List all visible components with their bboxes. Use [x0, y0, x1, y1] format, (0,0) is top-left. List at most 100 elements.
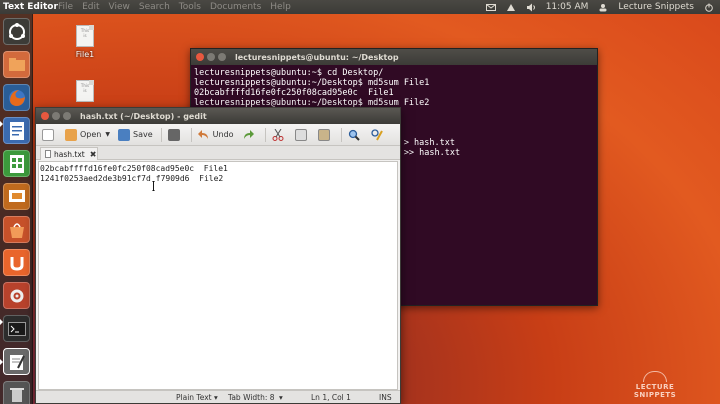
- gedit-titlebar[interactable]: hash.txt (~/Desktop) - gedit: [36, 108, 400, 124]
- file-preview: This is: [80, 28, 90, 38]
- editor-line: 1241f0253aed2de3b91cf7d f7909d6 File2: [40, 174, 396, 191]
- copy-button[interactable]: [292, 126, 313, 144]
- close-icon[interactable]: [196, 53, 204, 61]
- minimize-icon[interactable]: [52, 112, 60, 120]
- find-replace-icon: [370, 128, 383, 141]
- find-button[interactable]: [345, 126, 366, 144]
- power-icon[interactable]: [704, 3, 714, 12]
- close-icon[interactable]: [41, 112, 49, 120]
- folder-icon: [65, 128, 77, 141]
- menu-bar: File Edit View Search Tools Documents He…: [58, 2, 291, 12]
- trash-icon[interactable]: [3, 381, 30, 404]
- paste-icon: [317, 128, 330, 141]
- system-settings-icon[interactable]: [3, 282, 30, 309]
- impress-icon[interactable]: [3, 183, 30, 210]
- terminal-titlebar[interactable]: lecturesnippets@ubuntu: ~/Desktop: [191, 49, 597, 65]
- files-icon[interactable]: [3, 51, 30, 78]
- software-center-icon[interactable]: [3, 216, 30, 243]
- text-file-icon: [45, 150, 51, 158]
- tab-label: hash.txt: [54, 149, 85, 159]
- scissors-icon: [272, 128, 284, 141]
- close-icon[interactable]: ✖: [90, 150, 97, 159]
- undo-label: Undo: [212, 130, 234, 139]
- menu-tools[interactable]: Tools: [179, 2, 201, 12]
- undo-button[interactable]: Undo: [195, 126, 237, 144]
- cursor-position: Ln 1, Col 1: [311, 393, 351, 402]
- chevron-down-icon[interactable]: ▾: [279, 393, 283, 402]
- gedit-toolbar: Open ▼ Save Undo: [36, 124, 400, 146]
- syntax-selector[interactable]: Plain Text: [176, 393, 212, 402]
- new-document-icon: [42, 128, 54, 141]
- search-icon: [348, 129, 360, 141]
- minimize-icon[interactable]: [207, 53, 215, 61]
- print-button[interactable]: [165, 126, 186, 144]
- firefox-icon[interactable]: [3, 84, 30, 111]
- maximize-icon[interactable]: [63, 112, 71, 120]
- ubuntu-one-icon[interactable]: [3, 249, 30, 276]
- indicator-area: 11:05 AM Lecture Snippets: [485, 0, 714, 14]
- menu-search[interactable]: Search: [139, 2, 170, 12]
- terminal-icon[interactable]: [3, 315, 30, 342]
- insert-mode: INS: [379, 393, 392, 402]
- undo-icon: [197, 129, 210, 141]
- gedit-window[interactable]: hash.txt (~/Desktop) - gedit Open ▼ Save…: [35, 107, 401, 404]
- terminal-line: lecturesnippets@ubuntu:~$ cd Desktop/: [194, 68, 384, 78]
- user-icon: [598, 3, 608, 12]
- mail-icon[interactable]: [485, 3, 496, 12]
- chevron-down-icon[interactable]: ▼: [105, 131, 110, 138]
- toolbar-separator: [160, 127, 162, 142]
- copy-icon: [294, 128, 307, 141]
- desktop-file-icon[interactable]: This is: [70, 80, 100, 102]
- editor-line: 02bcabffffd16fe0fc250f08cad95e0c File1: [40, 164, 228, 173]
- maximize-icon[interactable]: [218, 53, 226, 61]
- file-preview: This is: [80, 83, 90, 93]
- save-button[interactable]: Save: [115, 126, 156, 144]
- menu-help[interactable]: Help: [270, 2, 291, 12]
- paste-button[interactable]: [315, 126, 336, 144]
- redo-button[interactable]: [239, 126, 260, 144]
- editor-line-end: f7909d6 File2: [155, 174, 224, 183]
- menu-edit[interactable]: Edit: [82, 2, 99, 12]
- top-panel: Text Editor File Edit View Search Tools …: [0, 0, 720, 14]
- toolbar-separator: [340, 127, 342, 142]
- writer-icon[interactable]: [3, 117, 30, 144]
- menu-view[interactable]: View: [109, 2, 130, 12]
- clock[interactable]: 11:05 AM: [546, 2, 589, 12]
- network-icon[interactable]: [506, 3, 516, 12]
- volume-icon[interactable]: [526, 3, 536, 12]
- document-tabbar: hash.txt ✖: [36, 146, 400, 160]
- text-file-icon: This is: [76, 80, 94, 102]
- cut-button[interactable]: [269, 126, 290, 144]
- terminal-line: lecturesnippets@ubuntu:~/Desktop$ md5sum…: [194, 78, 430, 88]
- menu-documents[interactable]: Documents: [210, 2, 261, 12]
- gedit-icon[interactable]: [3, 348, 30, 375]
- chevron-down-icon[interactable]: ▾: [214, 393, 218, 402]
- toolbar-separator: [264, 127, 266, 142]
- tab-width-selector[interactable]: Tab Width: 8: [228, 393, 275, 402]
- terminal-title: lecturesnippets@ubuntu: ~/Desktop: [235, 52, 399, 62]
- watermark-logo: LECTURE SNIPPETS: [615, 371, 695, 399]
- user-name[interactable]: Lecture Snippets: [618, 2, 694, 12]
- text-editor-area[interactable]: 02bcabffffd16fe0fc250f08cad95e0c File1 1…: [38, 161, 398, 390]
- save-label: Save: [133, 130, 153, 139]
- desktop-file-label: File1: [75, 50, 95, 59]
- statusbar: Plain Text ▾ Tab Width: 8 ▾ Ln 1, Col 1 …: [36, 390, 400, 403]
- editor-line-start: 1241f0253aed2de3b91cf7d: [40, 174, 151, 183]
- printer-icon: [167, 128, 180, 141]
- tab-hash-txt[interactable]: hash.txt ✖: [40, 147, 98, 160]
- calc-icon[interactable]: [3, 150, 30, 177]
- save-icon: [118, 128, 130, 141]
- active-app-title: Text Editor: [3, 2, 58, 12]
- text-file-icon: This is: [76, 25, 94, 47]
- launcher: [0, 14, 33, 404]
- menu-file[interactable]: File: [58, 2, 73, 12]
- open-label: Open: [80, 130, 102, 139]
- toolbar-separator: [190, 127, 192, 142]
- desktop-file-icon[interactable]: This is File1: [70, 25, 100, 59]
- gedit-title: hash.txt (~/Desktop) - gedit: [80, 111, 207, 121]
- ubuntu-dash-icon[interactable]: [3, 18, 30, 45]
- redo-icon: [242, 129, 254, 141]
- open-button[interactable]: Open ▼: [62, 126, 113, 144]
- new-document-button[interactable]: [39, 126, 60, 144]
- replace-button[interactable]: [368, 126, 389, 144]
